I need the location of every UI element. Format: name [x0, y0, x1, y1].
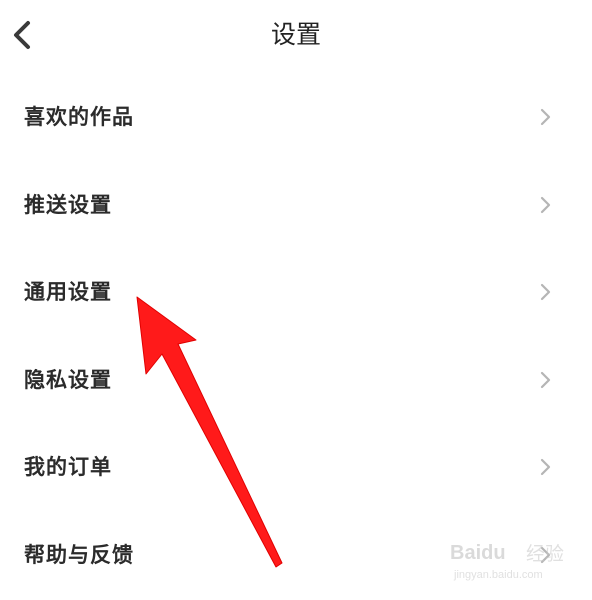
menu-item-liked-works[interactable]: 喜欢的作品	[0, 74, 592, 162]
menu-item-push-settings[interactable]: 推送设置	[0, 162, 592, 250]
menu-item-label: 帮助与反馈	[24, 542, 134, 567]
watermark-jingyan: 经验	[526, 543, 565, 565]
watermark-url: jingyan.baidu.com	[454, 569, 543, 581]
chevron-right-icon	[540, 196, 551, 213]
chevron-right-icon	[540, 284, 551, 301]
chevron-right-icon	[540, 371, 551, 388]
menu-item-general-settings[interactable]: 通用设置	[0, 249, 592, 337]
menu-item-label: 隐私设置	[24, 367, 112, 392]
baidu-jingyan-watermark: Baidu 经验 jingyan.baidu.com	[450, 540, 590, 592]
watermark-brand: Baidu	[450, 542, 506, 564]
menu-item-label: 通用设置	[24, 280, 112, 305]
chevron-right-icon	[540, 108, 551, 126]
menu-item-label: 我的订单	[24, 455, 112, 480]
menu-item-label: 喜欢的作品	[24, 105, 134, 129]
page-title: 设置	[270, 20, 321, 49]
menu-item-label: 推送设置	[24, 192, 112, 217]
header: 设置	[0, 0, 592, 70]
settings-list: 喜欢的作品 推送设置 通用设置 隐私设置 我的订单 帮助与反馈	[0, 74, 592, 600]
chevron-right-icon	[540, 459, 551, 476]
menu-item-my-orders[interactable]: 我的订单	[0, 424, 592, 512]
menu-item-privacy-settings[interactable]: 隐私设置	[0, 337, 592, 425]
